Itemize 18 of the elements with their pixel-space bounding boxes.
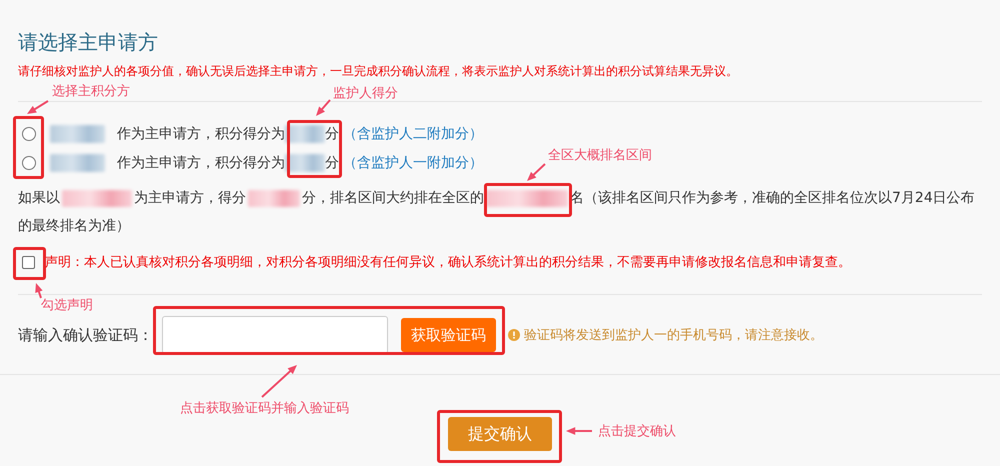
field-label: 请输入确认验证码： bbox=[18, 326, 154, 344]
annotation-label: 点击提交确认 bbox=[598, 424, 676, 440]
bonus-note: （含监护人二附加分） bbox=[343, 124, 483, 142]
submit-button[interactable]: 提交确认 bbox=[448, 417, 552, 451]
annotation-label: 点击获取验证码并输入验证码 bbox=[180, 401, 349, 417]
declaration-text: 声明：本人已认真核对积分各项明细，对积分各项明细没有任何异议，确认系统计算出的积分结果，不需要再申请修改报名信息和申请复查。 bbox=[45, 254, 851, 271]
bonus-note: （含监护人一附加分） bbox=[343, 154, 483, 172]
hint-text: 验证码将发送到监护人一的手机号码，请注意接收。 bbox=[524, 327, 823, 344]
annotation-label: 选择主积分方 bbox=[52, 84, 130, 100]
option-label: 作为主申请方，积分得分为 分 bbox=[117, 124, 339, 142]
section-title: 请选择主申请方 bbox=[18, 29, 159, 56]
annotation-label: 全区大概排名区间 bbox=[548, 148, 652, 164]
annotation-label: 监护人得分 bbox=[333, 86, 398, 102]
warning-text: 请仔细核对监护人的各项分值，确认无误后选择主申请方，一旦完成积分确认流程，将表示监护人对系统计算出的积分试算结果无异议。 bbox=[18, 63, 739, 80]
annotation-label: 勾选声明 bbox=[41, 298, 93, 314]
ranking-note: 如果以 为主申请方，得分 分，排名区间大约排在全区的 名（该排名区间只作为参考，准确的全区排名位次以7月24日公布的最终排名为准） bbox=[18, 188, 976, 236]
get-code-button[interactable]: 获取验证码 bbox=[401, 318, 496, 352]
option-label: 作为主申请方，积分得分为 分 bbox=[117, 154, 339, 172]
